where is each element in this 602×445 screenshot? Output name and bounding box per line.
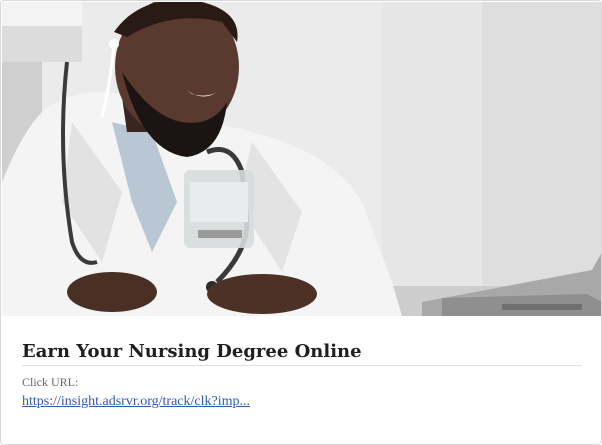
ad-card: Earn Your Nursing Degree Online Click UR… — [0, 0, 602, 445]
ad-hero-image[interactable] — [2, 2, 601, 316]
ad-content: Earn Your Nursing Degree Online Click UR… — [22, 341, 582, 411]
ad-title[interactable]: Earn Your Nursing Degree Online — [22, 341, 582, 366]
click-url-link[interactable]: https://insight.adsrvr.org/track/clk?imp… — [22, 393, 250, 411]
doctor-photo — [2, 2, 601, 316]
click-url-label: Click URL: — [22, 375, 79, 389]
